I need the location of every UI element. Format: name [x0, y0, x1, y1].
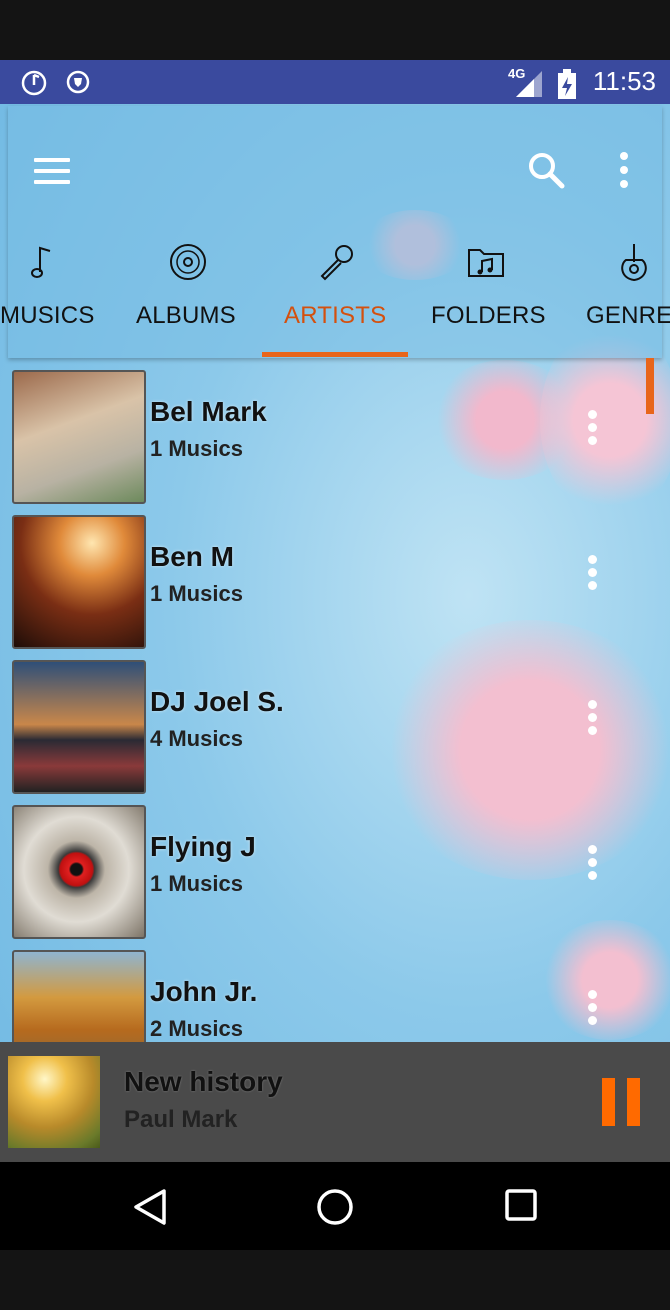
tab-genres[interactable]: GENRES: [586, 302, 670, 330]
artist-name: Bel Mark: [150, 396, 267, 427]
artist-list: Bel Mark 1 Musics Ben M 1 Musics DJ Joel…: [0, 366, 670, 1042]
artist-thumbnail: [12, 370, 146, 504]
disc-icon[interactable]: [168, 242, 208, 282]
signal-icon: [516, 71, 542, 97]
tab-folders[interactable]: FOLDERS: [431, 302, 546, 330]
artist-track-count: 1 Musics: [150, 436, 243, 461]
hamburger-menu-icon[interactable]: [34, 158, 70, 186]
artist-name: DJ Joel S.: [150, 686, 284, 717]
artist-name: Flying J: [150, 831, 256, 862]
navigation-bar: [0, 1162, 670, 1250]
album-art: [8, 1056, 100, 1148]
clock: 11:53: [592, 66, 656, 96]
tab-musics[interactable]: MUSICS: [0, 302, 95, 330]
more-vert-icon[interactable]: [588, 990, 600, 1030]
artist-name: Ben M: [150, 541, 234, 572]
list-item[interactable]: DJ Joel S. 4 Musics: [0, 656, 670, 801]
active-tab-indicator: [262, 352, 408, 357]
artist-thumbnail: [12, 950, 146, 1042]
now-playing-bar[interactable]: New history Paul Mark: [0, 1042, 670, 1162]
tab-albums[interactable]: ALBUMS: [136, 302, 236, 330]
more-vert-icon[interactable]: [588, 410, 600, 450]
app-bar: MUSICS ALBUMS ARTISTS FOLDERS GENRES: [0, 106, 670, 358]
search-icon[interactable]: [526, 150, 566, 190]
more-vert-icon[interactable]: [614, 150, 634, 190]
artist-track-count: 1 Musics: [150, 581, 243, 606]
list-item[interactable]: Ben M 1 Musics: [0, 511, 670, 656]
artist-thumbnail: [12, 805, 146, 939]
tab-bar: MUSICS ALBUMS ARTISTS FOLDERS GENRES: [0, 302, 670, 358]
app-screen: 4G 11:53 MUSICS ALBUMS ARTISTS FOLDERS G…: [0, 60, 670, 1250]
list-item[interactable]: John Jr. 2 Musics: [0, 946, 670, 1042]
artist-track-count: 1 Musics: [150, 871, 243, 896]
artist-name: John Jr.: [150, 976, 258, 1007]
track-artist: Paul Mark: [124, 1106, 238, 1133]
status-bar: 4G 11:53: [0, 60, 670, 104]
artist-thumbnail: [12, 515, 146, 649]
recents-icon[interactable]: [504, 1188, 538, 1222]
more-vert-icon[interactable]: [588, 845, 600, 885]
list-item[interactable]: Bel Mark 1 Musics: [0, 366, 670, 511]
more-vert-icon[interactable]: [588, 555, 600, 595]
shield-icon: [66, 70, 90, 94]
guitar-icon[interactable]: [616, 242, 652, 282]
tab-icons-row: [8, 242, 662, 292]
home-icon[interactable]: [316, 1188, 354, 1226]
tab-artists[interactable]: ARTISTS: [284, 302, 386, 330]
music-folder-icon[interactable]: [466, 242, 506, 282]
music-note-icon[interactable]: [28, 242, 58, 282]
track-title: New history: [124, 1066, 283, 1097]
artist-track-count: 2 Musics: [150, 1016, 243, 1041]
back-icon[interactable]: [132, 1188, 168, 1226]
pause-icon[interactable]: [602, 1078, 640, 1126]
microphone-icon[interactable]: [316, 242, 356, 282]
artist-track-count: 4 Musics: [150, 726, 243, 751]
list-item[interactable]: Flying J 1 Musics: [0, 801, 670, 946]
music-notification-icon: [21, 70, 47, 96]
battery-charging-icon: [558, 69, 576, 99]
more-vert-icon[interactable]: [588, 700, 600, 740]
artist-thumbnail: [12, 660, 146, 794]
